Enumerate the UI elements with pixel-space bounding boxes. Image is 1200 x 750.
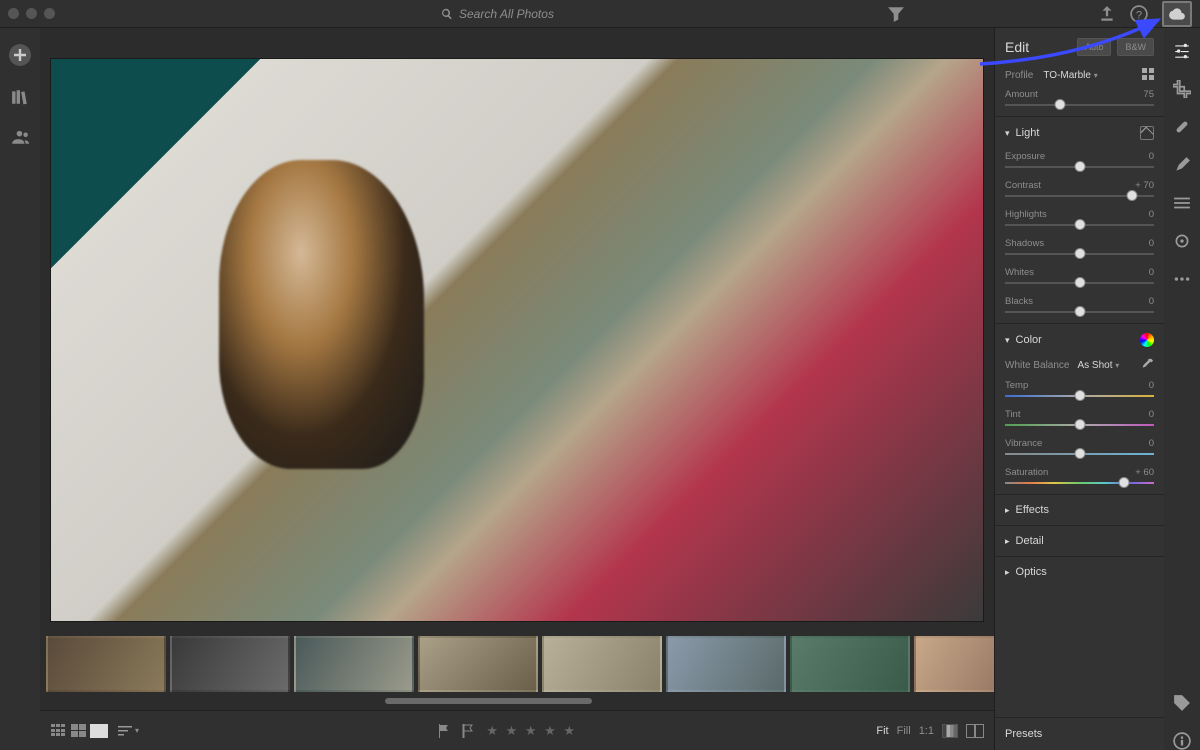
main-photo[interactable] — [50, 58, 984, 622]
title-bar: Search All Photos ? — [0, 0, 1200, 28]
tone-curve-icon[interactable] — [1140, 126, 1154, 140]
tag-icon[interactable] — [1173, 694, 1191, 712]
blacks-slider[interactable]: Blacks0 — [995, 294, 1164, 323]
grid-icon — [1142, 68, 1154, 80]
healing-icon[interactable] — [1173, 118, 1191, 136]
single-view-button[interactable] — [90, 724, 108, 738]
optics-header[interactable]: ▸Optics — [995, 557, 1164, 587]
amount-slider[interactable]: Amount75 — [995, 87, 1164, 116]
edit-panel: Edit Auto B&W Profile TO-Marble ▾ Amount… — [994, 28, 1164, 750]
search-icon — [441, 8, 453, 20]
zoom-fit[interactable]: Fit — [876, 725, 888, 737]
library-icon[interactable] — [11, 88, 29, 106]
vibrance-slider[interactable]: Vibrance0 — [995, 436, 1164, 465]
people-icon[interactable] — [11, 128, 29, 146]
star-rating[interactable]: ★ ★ ★ ★ ★ — [486, 723, 577, 739]
edit-title: Edit — [1005, 39, 1071, 55]
plus-icon — [14, 49, 26, 61]
filmstrip — [40, 630, 994, 698]
cloud-icon — [1168, 5, 1186, 23]
search-input[interactable]: Search All Photos — [441, 7, 554, 21]
whites-slider[interactable]: Whites0 — [995, 265, 1164, 294]
presets-button[interactable]: Presets — [995, 717, 1164, 750]
chevron-right-icon: ▸ — [1005, 567, 1010, 578]
shadows-slider[interactable]: Shadows0 — [995, 236, 1164, 265]
wb-label: White Balance — [1005, 360, 1069, 371]
detail-header[interactable]: ▸Detail — [995, 526, 1164, 556]
profile-browser-button[interactable] — [1142, 68, 1154, 83]
color-mixer-icon[interactable] — [1140, 333, 1154, 347]
optics-section: ▸Optics — [995, 556, 1164, 587]
contrast-slider[interactable]: Contrast+ 70 — [995, 178, 1164, 207]
thumbnail[interactable] — [294, 636, 414, 692]
light-section: ▾ Light Exposure0Contrast+ 70Highlights0… — [995, 116, 1164, 323]
zoom-fill[interactable]: Fill — [897, 725, 911, 737]
bottom-toolbar: ▾ ★ ★ ★ ★ ★ Fit Fill 1:1 — [40, 710, 994, 750]
edit-sliders-icon[interactable] — [1173, 42, 1191, 60]
flag-reject-icon[interactable] — [462, 724, 474, 738]
brush-icon[interactable] — [1173, 156, 1191, 174]
sort-icon — [118, 725, 132, 737]
histogram-icon[interactable] — [942, 724, 958, 738]
grid-large-button[interactable] — [70, 724, 88, 738]
right-rail — [1164, 28, 1200, 750]
linear-gradient-icon[interactable] — [1173, 194, 1191, 212]
chevron-down-icon: ▾ — [1005, 128, 1010, 139]
profile-label: Profile — [1005, 70, 1033, 81]
thumbnail[interactable] — [418, 636, 538, 692]
thumbnail[interactable] — [666, 636, 786, 692]
grid-view-controls — [50, 724, 108, 738]
thumbnail[interactable] — [542, 636, 662, 692]
window-controls[interactable] — [8, 8, 55, 19]
highlights-slider[interactable]: Highlights0 — [995, 207, 1164, 236]
filter-icon[interactable] — [887, 5, 905, 23]
bw-button[interactable]: B&W — [1117, 38, 1154, 56]
color-header[interactable]: ▾ Color — [995, 324, 1164, 356]
compare-icon[interactable] — [966, 724, 984, 738]
grid-small-button[interactable] — [50, 724, 68, 738]
share-icon[interactable] — [1098, 5, 1116, 23]
light-header[interactable]: ▾ Light — [995, 117, 1164, 149]
tint-slider[interactable]: Tint0 — [995, 407, 1164, 436]
chevron-right-icon: ▸ — [1005, 505, 1010, 516]
help-icon[interactable]: ? — [1130, 5, 1148, 23]
flag-pick-icon[interactable] — [438, 724, 450, 738]
detail-section: ▸Detail — [995, 525, 1164, 556]
zoom-1to1[interactable]: 1:1 — [919, 725, 934, 737]
radial-gradient-icon[interactable] — [1173, 232, 1191, 250]
profile-select[interactable]: TO-Marble ▾ — [1043, 70, 1097, 81]
temp-slider[interactable]: Temp0 — [995, 378, 1164, 407]
filmstrip-scrollbar[interactable] — [46, 698, 988, 704]
saturation-slider[interactable]: Saturation+ 60 — [995, 465, 1164, 494]
color-section: ▾ Color White Balance As Shot ▾ Temp0Tin… — [995, 323, 1164, 494]
zoom-controls: Fit Fill 1:1 — [876, 724, 984, 738]
exposure-slider[interactable]: Exposure0 — [995, 149, 1164, 178]
chevron-down-icon: ▾ — [1005, 335, 1010, 346]
thumbnail[interactable] — [46, 636, 166, 692]
cloud-sync-button[interactable] — [1162, 1, 1192, 27]
left-rail — [0, 28, 40, 750]
svg-text:?: ? — [1136, 9, 1142, 21]
eyedropper-icon[interactable] — [1140, 358, 1154, 372]
effects-header[interactable]: ▸Effects — [995, 495, 1164, 525]
search-placeholder: Search All Photos — [459, 7, 554, 21]
effects-section: ▸Effects — [995, 494, 1164, 525]
add-photos-button[interactable] — [9, 44, 31, 66]
thumbnail[interactable] — [790, 636, 910, 692]
canvas-area — [40, 28, 994, 704]
more-icon[interactable] — [1173, 270, 1191, 288]
auto-button[interactable]: Auto — [1077, 38, 1112, 56]
chevron-right-icon: ▸ — [1005, 536, 1010, 547]
wb-select[interactable]: As Shot ▾ — [1077, 360, 1119, 371]
thumbnail[interactable] — [170, 636, 290, 692]
sort-button[interactable]: ▾ — [118, 725, 139, 737]
info-icon[interactable] — [1173, 732, 1191, 750]
thumbnail[interactable] — [914, 636, 994, 692]
crop-icon[interactable] — [1173, 80, 1191, 98]
